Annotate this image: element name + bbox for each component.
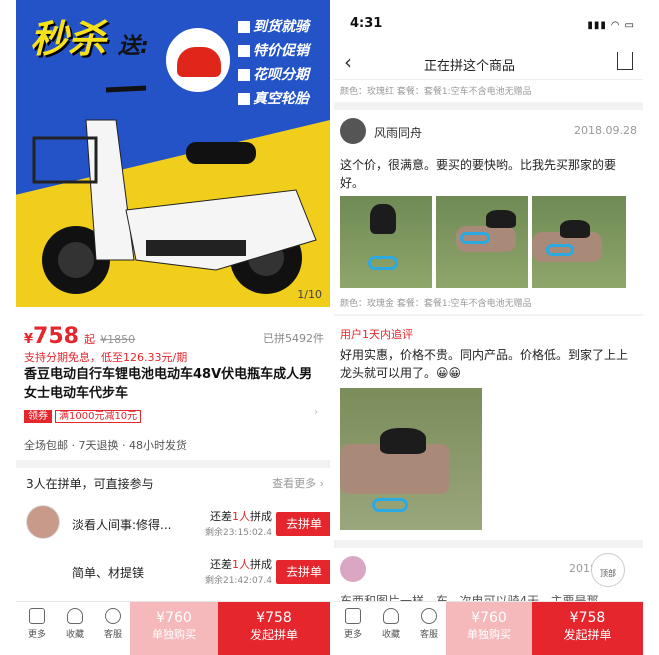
original-price: ¥1850 [100, 333, 136, 346]
feature-2: 特价促销 [238, 40, 309, 60]
customer-service-button[interactable]: 客服 [414, 608, 444, 640]
menu-icon [345, 608, 361, 624]
heart-icon [383, 608, 399, 624]
price-row: ¥758 起 ¥1850 已拼5492件 [24, 324, 324, 349]
status-time: 4:31 [350, 16, 383, 31]
coupon-tag: 领券 [24, 410, 52, 423]
gift-label: 送: [118, 34, 149, 59]
signal-wifi-battery-icon: ▮▮▮ ◠ ▭ [587, 20, 635, 31]
group-user-name: 简单、材提镁 [72, 566, 145, 580]
group-row: 简单、材提镁 还差1人拼成 剩余21:42:07.4 去拼单 [26, 553, 330, 593]
bottom-action-bar: 更多 收藏 客服 ¥760 单独购买 ¥758 发起拼单 [16, 601, 330, 655]
e-bike-image [32, 85, 317, 294]
divider [334, 102, 643, 110]
avatar [26, 505, 60, 539]
share-icon[interactable] [617, 52, 633, 70]
remaining-time: 剩余23:15:02.4 [204, 528, 272, 538]
view-more-link[interactable]: 查看更多 › [272, 475, 324, 491]
coupon-text: 满1000元减10元 [55, 410, 142, 423]
needed-count: 还差1人拼成 [210, 558, 272, 571]
status-bar: 4:31 ▮▮▮ ◠ ▭ [334, 0, 643, 31]
avatar [26, 553, 60, 587]
review-photo[interactable] [436, 196, 528, 288]
reviews-panel: 4:31 ▮▮▮ ◠ ▭ ‹ 正在拼这个商品 颜色：玫瑰红 套餐：套餐1:空车不… [334, 0, 643, 655]
image-counter: 1/10 [297, 288, 322, 301]
back-arrow-icon[interactable]: ‹ [344, 50, 352, 74]
installment-info: 支持分期免息，低至126.33元/期 [24, 351, 188, 364]
feature-1: 到货就骑 [238, 16, 309, 36]
avatar [340, 556, 366, 582]
price-suffix: 起 [84, 333, 96, 346]
chevron-right-icon: › [314, 407, 318, 418]
variant-info: 颜色：玫瑰金 套餐：套餐1:空车不含电池无赠品 [340, 299, 532, 309]
current-price: ¥758 [24, 324, 79, 349]
start-group-button[interactable]: ¥758 发起拼单 [218, 602, 330, 655]
join-group-button[interactable]: 去拼单 [276, 512, 330, 536]
variant-info: 颜色：玫瑰红 套餐：套餐1:空车不含电池无赠品 [340, 87, 532, 97]
back-to-top-button[interactable]: 顶部 [591, 553, 625, 587]
sold-count: 已拼5492件 [263, 332, 324, 345]
favorite-button[interactable]: 收藏 [60, 608, 90, 640]
nav-title: 正在拼这个商品 [424, 59, 516, 74]
group-buy-header: 3人在拼单，可直接参与 查看更多 › [26, 475, 324, 492]
navigation-bar: ‹ 正在拼这个商品 [334, 44, 643, 80]
product-image-carousel[interactable]: 秒杀 送: 到货就骑 特价促销 花呗分期 真空轮胎 1/10 [16, 0, 330, 307]
review-photo[interactable] [532, 196, 626, 288]
divider [334, 540, 643, 548]
group-user-name: 淡看人间事:修得... [72, 518, 172, 532]
follow-up-text: 好用实惠，价格不贵。同内产品。价格低。到家了上上龙头就可以用了。😀😀 [340, 348, 629, 380]
divider [16, 460, 330, 468]
join-group-button[interactable]: 去拼单 [276, 560, 330, 584]
start-group-button[interactable]: ¥758 发起拼单 [532, 602, 643, 655]
group-buy-title: 3人在拼单，可直接参与 [26, 477, 154, 491]
bottom-action-bar: 更多 收藏 客服 ¥760 单独购买 ¥758 发起拼单 [334, 601, 643, 655]
favorite-button[interactable]: 收藏 [376, 608, 406, 640]
review-text: 这个价，很满意。要买的要快哟。比我先买那家的要好。 [340, 158, 617, 190]
review-photo[interactable] [340, 196, 432, 288]
service-info[interactable]: 全场包邮 · 7天退换 · 48小时发货 [24, 437, 187, 453]
reviewer-name: 风雨同舟 [374, 126, 423, 140]
buy-alone-button[interactable]: ¥760 单独购买 [446, 602, 532, 655]
more-button[interactable]: 更多 [338, 608, 368, 640]
divider [334, 314, 643, 316]
chat-icon [421, 608, 437, 624]
flash-sale-label: 秒杀 [30, 17, 107, 61]
avatar [340, 118, 366, 144]
customer-service-button[interactable]: 客服 [98, 608, 128, 640]
more-button[interactable]: 更多 [22, 608, 52, 640]
heart-icon [67, 608, 83, 624]
remaining-time: 剩余21:42:07.4 [204, 576, 272, 586]
chat-icon [105, 608, 121, 624]
needed-count: 还差1人拼成 [210, 510, 272, 523]
coupon-row[interactable]: 领券 满1000元减10元 › [24, 407, 318, 423]
group-row: 淡看人间事:修得... 还差1人拼成 剩余23:15:02.4 去拼单 [26, 505, 330, 545]
buy-alone-button[interactable]: ¥760 单独购买 [130, 602, 218, 655]
product-detail-panel: 秒杀 送: 到货就骑 特价促销 花呗分期 真空轮胎 1/10 ¥758 起 ¥1… [16, 0, 330, 655]
menu-icon [29, 608, 45, 624]
product-title: 香豆电动自行车锂电池电动车48V伏电瓶车成人男女士电动车代步车 [24, 367, 313, 401]
follow-up-tag: 用户1天内追评 [340, 328, 413, 341]
review-photo[interactable] [340, 388, 482, 530]
review-date: 2018.09.28 [574, 124, 637, 137]
